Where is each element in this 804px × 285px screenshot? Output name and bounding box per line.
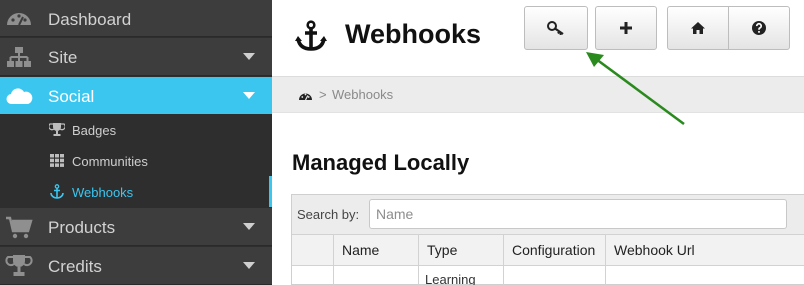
column-header-configuration[interactable]: Configuration (504, 235, 606, 266)
grid-icon (50, 154, 64, 167)
sidebar-item-label: Products (48, 218, 116, 237)
cloud-icon (6, 88, 33, 105)
trophy-icon (5, 255, 33, 276)
table-cell (504, 266, 606, 285)
page-title: Webhooks (345, 19, 482, 49)
app-window: Dashboard Site Social Badges Communities… (0, 0, 804, 285)
dashboard-icon (7, 13, 31, 26)
page-header: Webhooks (272, 0, 804, 76)
dashboard-icon[interactable] (298, 89, 313, 102)
key-button[interactable] (524, 6, 588, 50)
breadcrumb: > Webhooks (272, 76, 804, 113)
table-header-row: Name Type Configuration Webhook Url (292, 235, 804, 266)
home-button[interactable] (667, 6, 729, 50)
breadcrumb-separator: > (319, 87, 327, 102)
search-bar: Search by: (292, 195, 804, 235)
table-cell (606, 266, 804, 285)
anchor-icon (50, 184, 64, 199)
chevron-down-icon (243, 262, 255, 269)
sidebar-subitem-webhooks[interactable]: Webhooks (0, 176, 272, 207)
sidebar-item-label: Dashboard (48, 10, 132, 29)
table-cell: Learning (419, 266, 504, 285)
cart-icon (6, 216, 33, 239)
add-button[interactable] (595, 6, 657, 50)
sidebar-subitem-communities[interactable]: Communities (0, 145, 272, 176)
breadcrumb-current: Webhooks (332, 87, 394, 102)
sidebar-item-label: Credits (48, 257, 102, 276)
search-label: Search by: (297, 207, 360, 222)
search-input[interactable] (369, 199, 787, 229)
sidebar-item-credits[interactable]: Credits (0, 247, 272, 285)
sidebar-item-label: Social (48, 87, 95, 106)
table-cell (334, 266, 419, 285)
trophy-icon (49, 123, 65, 136)
sidebar-item-dashboard[interactable]: Dashboard (0, 0, 272, 37)
sidebar-subitem-badges[interactable]: Badges (0, 114, 272, 145)
chevron-down-icon (243, 53, 255, 60)
anchor-icon (295, 20, 327, 51)
home-icon (691, 22, 705, 34)
section-title: Managed Locally (292, 150, 470, 175)
sidebar-item-site[interactable]: Site (0, 38, 272, 76)
column-header-type[interactable]: Type (419, 235, 504, 266)
webhooks-table: Search by: Name Type Configuration Webho… (291, 194, 804, 285)
sidebar-item-label: Site (48, 48, 78, 67)
sidebar-subitem-label: Webhooks (72, 185, 134, 200)
help-button[interactable] (728, 6, 790, 50)
annotation-arrow (586, 52, 685, 126)
chevron-down-icon (243, 223, 255, 230)
sidebar-subitem-label: Badges (72, 123, 117, 138)
column-header-name[interactable]: Name (334, 235, 419, 266)
sitemap-icon (7, 47, 31, 67)
column-header-webhook-url[interactable]: Webhook Url (606, 235, 804, 266)
chevron-down-icon (243, 92, 255, 99)
column-header-select[interactable] (292, 235, 334, 266)
plus-icon (620, 22, 632, 34)
sidebar-item-social[interactable]: Social (0, 77, 272, 114)
key-icon (547, 21, 564, 35)
sidebar: Dashboard Site Social Badges Communities… (0, 0, 272, 285)
table-cell (292, 266, 334, 285)
sidebar-subitem-label: Communities (72, 154, 148, 169)
sidebar-item-products[interactable]: Products (0, 208, 272, 246)
question-icon (752, 21, 766, 35)
